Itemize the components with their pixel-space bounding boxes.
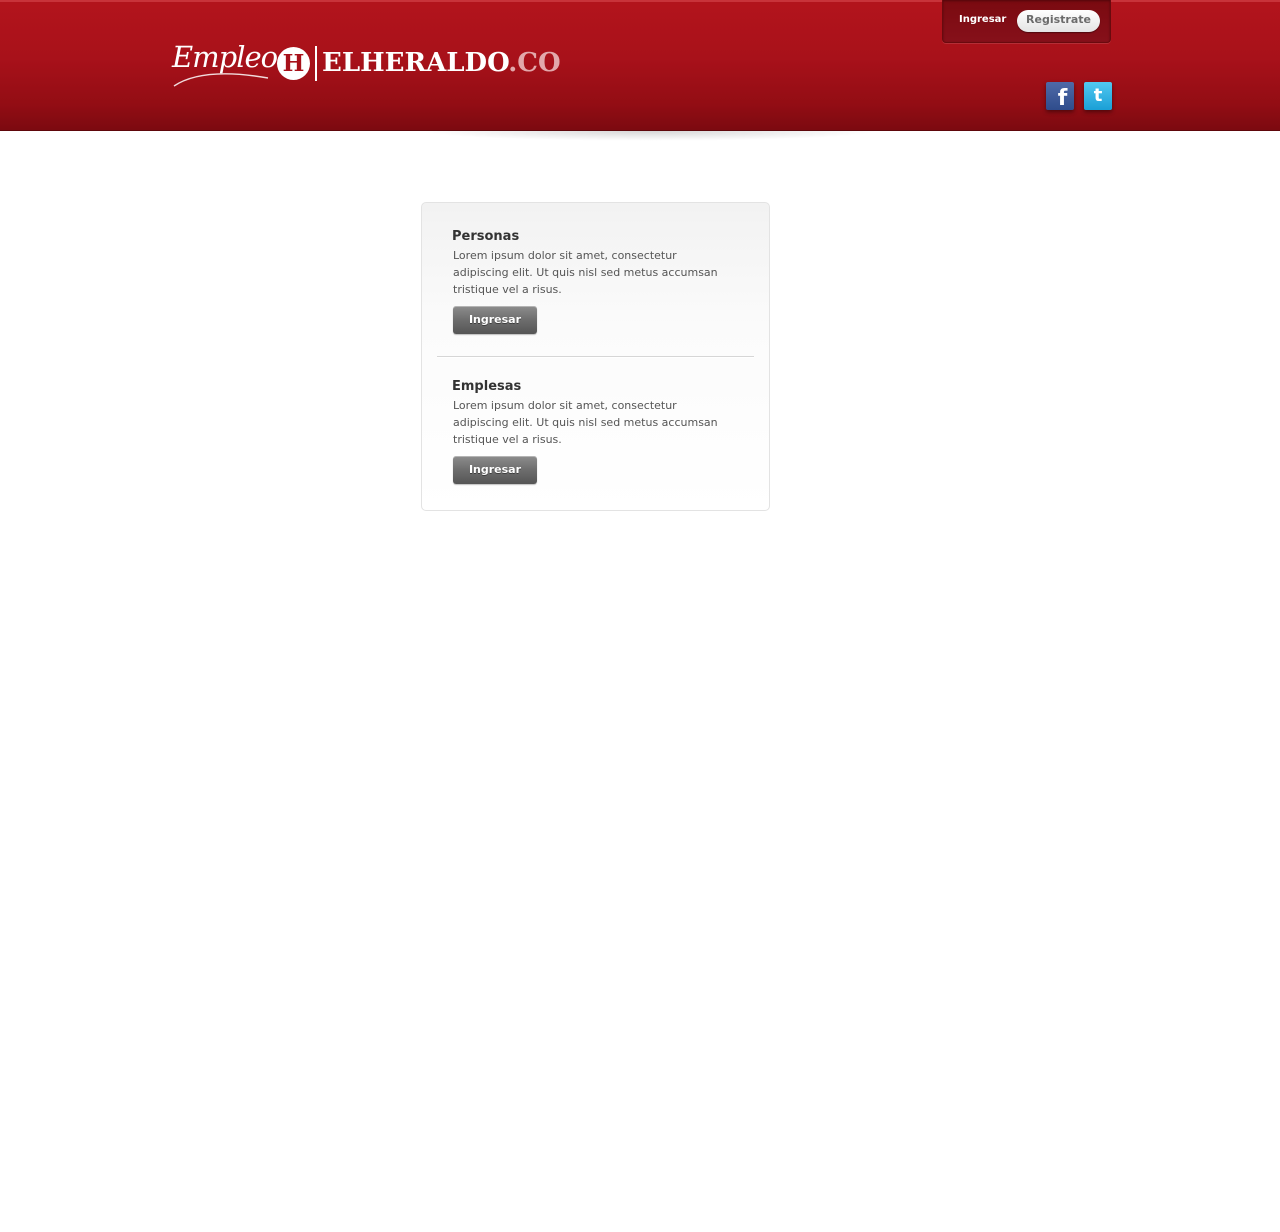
empresas-login-button[interactable]: Ingresar [453, 456, 537, 484]
facebook-button[interactable]: f [1046, 82, 1074, 111]
empresas-title: Emplesas [452, 379, 522, 394]
twitter-icon: t [1093, 85, 1103, 106]
personas-section: Personas Lorem ipsum dolor sit amet, con… [452, 229, 742, 334]
empresas-description: Lorem ipsum dolor sit amet, consectetur … [453, 399, 718, 446]
top-login-box: Ingresar Registrate [942, 0, 1111, 43]
personas-title: Personas [452, 229, 520, 244]
login-panel: Personas Lorem ipsum dolor sit amet, con… [421, 202, 770, 511]
personas-description: Lorem ipsum dolor sit amet, consectetur … [453, 249, 718, 296]
twitter-button[interactable]: t [1084, 82, 1112, 110]
empresas-section: Emplesas Lorem ipsum dolor sit amet, con… [452, 379, 742, 484]
header-login-link[interactable]: Ingresar [959, 14, 1006, 25]
logo-swoosh-icon [173, 73, 269, 87]
logo-wordmark: ELHERALDO.CO [322, 48, 561, 78]
personas-login-button[interactable]: Ingresar [453, 306, 537, 334]
facebook-icon: f [1057, 86, 1068, 111]
register-button[interactable]: Registrate [1017, 10, 1100, 32]
logo-divider [315, 46, 317, 81]
section-divider [437, 356, 754, 358]
header-shadow [420, 131, 880, 141]
logo-h-badge-icon: H [277, 47, 310, 80]
site-logo[interactable]: Empleos H ELHERALDO.CO [172, 40, 561, 90]
site-header: Empleos H ELHERALDO.CO Ingresar Registra… [0, 0, 1280, 131]
